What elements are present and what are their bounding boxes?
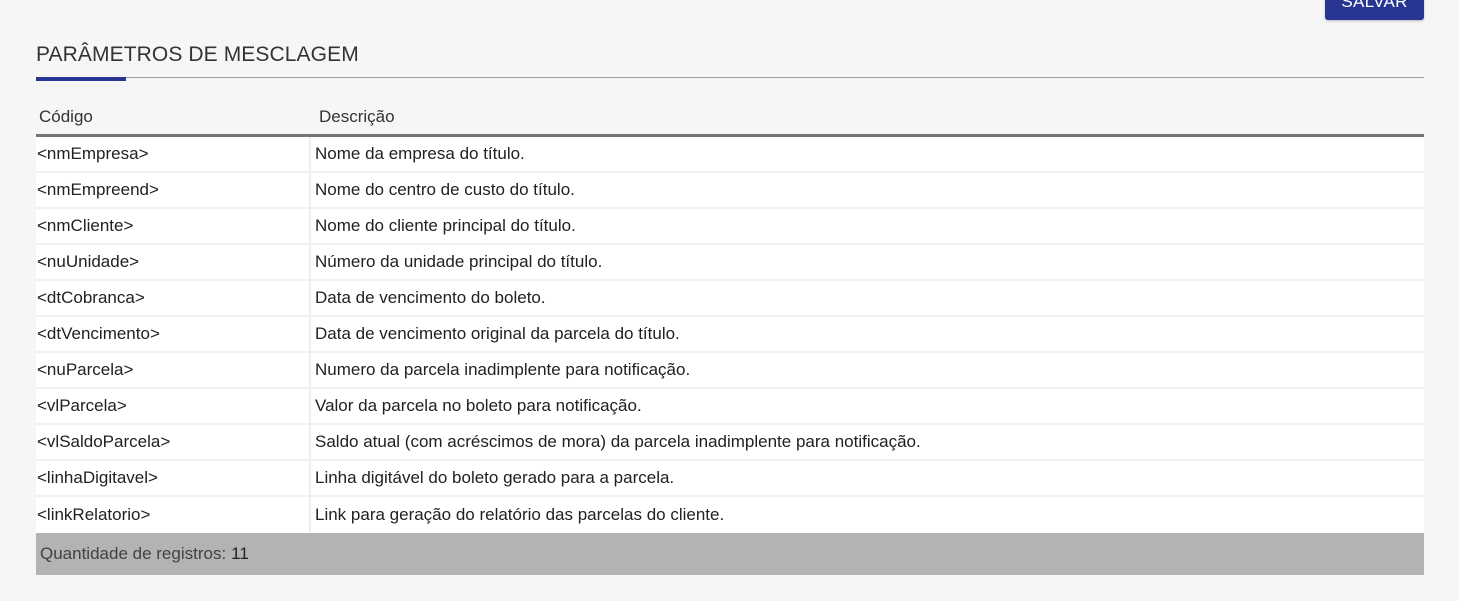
code-cell: <linkRelatorio> [36,497,311,533]
table-row[interactable]: <nmEmpreend> Nome do centro de custo do … [36,173,1424,209]
table-row[interactable]: <nuUnidade> Número da unidade principal … [36,245,1424,281]
description-cell: Nome do centro de custo do título. [315,180,575,199]
table-row[interactable]: <vlSaldoParcela> Saldo atual (com acrésc… [36,425,1424,461]
code-cell: <nmEmpreend> [36,173,311,207]
table-row[interactable]: <nmEmpresa> Nome da empresa do título. [36,137,1424,173]
code-cell: <nmCliente> [36,209,311,243]
code-cell: <nuParcela> [36,353,311,387]
table-header: Código Descrição [36,100,1424,137]
description-cell: Linha digitável do boleto gerado para a … [315,468,675,487]
record-count-label: Quantidade de registros: [40,544,227,563]
description-cell: Link para geração do relatório das parce… [315,505,725,524]
code-cell: <dtVencimento> [36,317,311,351]
description-cell: Número da unidade principal do título. [315,252,603,271]
table-row[interactable]: <vlParcela> Valor da parcela no boleto p… [36,389,1424,425]
table-row[interactable]: <nuParcela> Numero da parcela inadimplen… [36,353,1424,389]
description-cell: Numero da parcela inadimplente para noti… [315,360,691,379]
table-row[interactable]: <dtVencimento> Data de vencimento origin… [36,317,1424,353]
table-row[interactable]: <linhaDigitavel> Linha digitável do bole… [36,461,1424,497]
record-count-value: 11 [231,544,249,563]
table-footer: Quantidade de registros: 11 [36,533,1424,575]
code-cell: <vlSaldoParcela> [36,425,311,459]
description-cell: Data de vencimento original da parcela d… [315,324,680,343]
section-title: PARÂMETROS DE MESCLAGEM [36,43,359,66]
code-cell: <dtCobranca> [36,281,311,315]
section-divider [36,77,1424,78]
merge-parameters-table: Código Descrição <nmEmpresa> Nome da emp… [36,100,1424,575]
description-cell: Valor da parcela no boleto para notifica… [315,396,642,415]
table-row[interactable]: <linkRelatorio> Link para geração do rel… [36,497,1424,533]
column-header-code[interactable]: Código [39,107,93,127]
table-body: <nmEmpresa> Nome da empresa do título. <… [36,137,1424,533]
section-title-accent [36,77,126,81]
save-button[interactable]: SALVAR [1325,0,1424,20]
code-cell: <nmEmpresa> [36,137,311,171]
code-cell: <vlParcela> [36,389,311,423]
table-row[interactable]: <nmCliente> Nome do cliente principal do… [36,209,1424,245]
description-cell: Nome da empresa do título. [315,144,525,163]
table-row[interactable]: <dtCobranca> Data de vencimento do bolet… [36,281,1424,317]
code-cell: <nuUnidade> [36,245,311,279]
column-header-description[interactable]: Descrição [319,107,395,127]
description-cell: Nome do cliente principal do título. [315,216,576,235]
description-cell: Saldo atual (com acréscimos de mora) da … [315,432,921,451]
description-cell: Data de vencimento do boleto. [315,288,546,307]
code-cell: <linhaDigitavel> [36,461,311,495]
page: SALVAR PARÂMETROS DE MESCLAGEM Código De… [0,0,1459,601]
